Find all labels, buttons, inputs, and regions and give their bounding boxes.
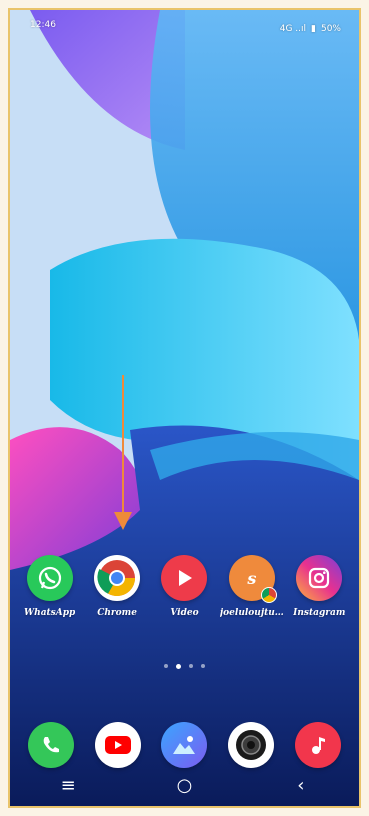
- app-chrome[interactable]: Chrome: [85, 555, 149, 618]
- status-icons: 4G ..ıl ▮ 50%: [280, 20, 341, 38]
- youtube-icon[interactable]: [94, 722, 141, 768]
- menu-button[interactable]: ≡: [38, 775, 98, 796]
- music-icon[interactable]: [294, 722, 341, 768]
- home-button[interactable]: ○: [154, 775, 214, 796]
- battery-icon: ▮: [311, 24, 316, 34]
- page-dot[interactable]: [189, 664, 193, 668]
- app-instagram[interactable]: Instagram: [287, 555, 351, 618]
- whatsapp-icon[interactable]: [26, 555, 73, 601]
- annotation-arrow-head-icon: [114, 512, 132, 530]
- battery-level: 50%: [320, 24, 341, 34]
- navigation-bar: ≡ ○ ‹: [10, 770, 359, 800]
- app-letter-s-icon[interactable]: s: [228, 555, 277, 603]
- page-dot-active[interactable]: [176, 664, 181, 669]
- app-whatsapp[interactable]: WhatsApp: [18, 555, 82, 618]
- app-label: Chrome: [97, 608, 137, 618]
- app-label: Instagram: [293, 608, 346, 618]
- home-app-row: WhatsApp Chrome Video s joeluloujtu… Ins…: [10, 555, 359, 618]
- status-time: 12:46: [30, 20, 56, 30]
- page-dot[interactable]: [201, 664, 205, 668]
- app-label: Video: [170, 608, 199, 618]
- video-play-icon[interactable]: [161, 555, 208, 601]
- status-bar: 12:46 4G ..ıl ▮ 50%: [10, 20, 359, 38]
- camera-icon[interactable]: [228, 722, 275, 768]
- gallery-icon[interactable]: [161, 722, 208, 768]
- app-video[interactable]: Video: [152, 555, 216, 618]
- wallpaper: [10, 10, 359, 806]
- phone-icon[interactable]: [28, 722, 75, 768]
- instagram-icon[interactable]: [296, 555, 343, 601]
- annotation-arrow-line: [122, 375, 124, 515]
- dock: [10, 722, 359, 768]
- chrome-badge-icon: [260, 587, 277, 603]
- page-dot[interactable]: [164, 664, 168, 668]
- app-label: joeluloujtu…: [219, 608, 284, 618]
- screenshot-frame: 12:46 4G ..ıl ▮ 50% WhatsApp Chrome Vide…: [0, 0, 369, 816]
- app-shortcut-s[interactable]: s joeluloujtu…: [220, 555, 284, 618]
- signal-indicator: 4G ..ıl: [279, 24, 307, 34]
- home-screen: 12:46 4G ..ıl ▮ 50% WhatsApp Chrome Vide…: [8, 8, 361, 808]
- chrome-icon[interactable]: [94, 555, 141, 601]
- back-button[interactable]: ‹: [271, 775, 331, 796]
- app-label: WhatsApp: [24, 608, 76, 618]
- page-indicator: [10, 664, 359, 669]
